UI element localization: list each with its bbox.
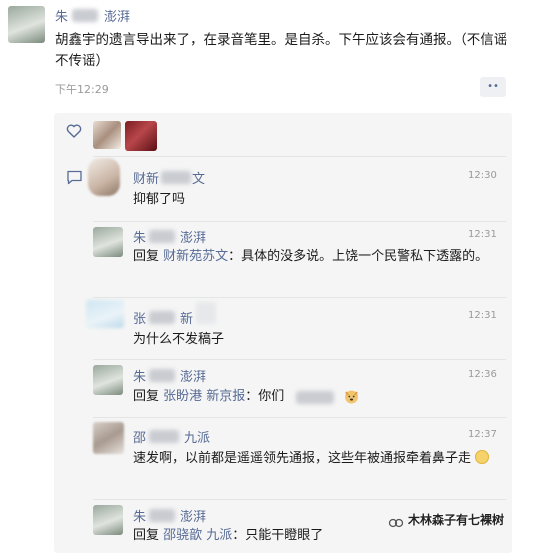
post-author-name[interactable]: 朱 bbox=[55, 6, 69, 25]
author-name-part: 朱 bbox=[55, 10, 69, 25]
post-text: 胡鑫宇的遗言导出来了，在录音笔里。是自杀。下午应该会有通报。（不信谣不传谣） bbox=[55, 32, 508, 69]
reply-body: ：具体的没多说。上饶一个民警私下透露的。 bbox=[228, 249, 489, 264]
reply-prefix: 回复 bbox=[133, 389, 160, 404]
comment-author[interactable]: 张 bbox=[133, 308, 146, 327]
redacted-name bbox=[161, 171, 191, 184]
comment-time: 12:30 bbox=[468, 170, 497, 181]
doge-emoji-icon bbox=[344, 389, 359, 404]
comment-author-suffix: 新 bbox=[180, 312, 194, 327]
post-time: 下午12:29 bbox=[55, 83, 109, 96]
reply-prefix: 回复 bbox=[133, 249, 160, 264]
comment-avatar[interactable] bbox=[88, 158, 120, 196]
comment-time: 12:37 bbox=[468, 429, 497, 440]
comment-divider bbox=[93, 297, 506, 298]
comment-author-suffix: 文 bbox=[192, 172, 206, 187]
reply-to-link[interactable]: 邵骁歆 九派 bbox=[163, 528, 232, 543]
comment-body: 速发啊，以前都是遥遥领先通报，这些年被通报牵着鼻子走 bbox=[133, 451, 472, 466]
heart-outline-icon bbox=[66, 123, 82, 139]
like-avatar[interactable] bbox=[93, 121, 121, 149]
comment-avatar[interactable] bbox=[86, 300, 124, 328]
comment-time: 12:31 bbox=[468, 310, 497, 321]
comment-avatar[interactable] bbox=[93, 505, 123, 535]
comment-author[interactable]: 邵 bbox=[133, 427, 146, 446]
comment-text: 回复 邵骁歆 九派：只能干瞪眼了 bbox=[133, 525, 503, 547]
comment-author[interactable]: 朱 bbox=[133, 506, 146, 525]
comment-author[interactable]: 朱 bbox=[133, 227, 146, 246]
like-avatar[interactable] bbox=[125, 121, 157, 151]
comment-text: 为什么不发稿子 bbox=[133, 332, 225, 347]
reply-prefix: 回复 bbox=[133, 528, 160, 543]
redacted-name bbox=[149, 430, 179, 443]
reply-body: ：只能干瞪眼了 bbox=[232, 528, 324, 543]
comment-time: 12:31 bbox=[468, 229, 497, 240]
comment-divider bbox=[93, 359, 506, 360]
reply-body: ：你们 bbox=[245, 389, 285, 404]
redacted-name bbox=[149, 509, 175, 522]
redacted-name bbox=[72, 9, 98, 22]
reply-to-link[interactable]: 财新苑苏文 bbox=[163, 249, 228, 264]
awkward-emoji-icon bbox=[475, 450, 490, 464]
comment-divider bbox=[93, 417, 506, 418]
wechat-channel-icon bbox=[388, 514, 404, 527]
comment-icon bbox=[66, 170, 83, 185]
comment-author-suffix: 九派 bbox=[184, 431, 211, 446]
comment-author-suffix: 澎湃 bbox=[180, 510, 207, 525]
likes-divider bbox=[93, 156, 506, 157]
interaction-panel bbox=[54, 113, 512, 553]
redacted-name bbox=[196, 302, 216, 324]
watermark: 木林森子有七裸树 bbox=[388, 511, 504, 528]
comment-divider bbox=[93, 499, 506, 500]
comment-text: 速发啊，以前都是遥遥领先通报，这些年被通报牵着鼻子走 bbox=[133, 448, 503, 470]
comment-author[interactable]: 朱 bbox=[133, 366, 146, 385]
redacted-name bbox=[149, 230, 175, 243]
comment-avatar[interactable] bbox=[93, 227, 123, 257]
post-author-outlet: 澎湃 bbox=[104, 10, 131, 25]
comment-time: 12:36 bbox=[468, 369, 497, 380]
more-actions-button[interactable]: •• bbox=[480, 77, 506, 97]
comment-text: 回复 财新苑苏文：具体的没多说。上饶一个民警私下透露的。 bbox=[133, 246, 503, 268]
redacted-name bbox=[149, 369, 175, 382]
more-dots-icon: •• bbox=[487, 81, 499, 92]
comment-avatar[interactable] bbox=[93, 365, 123, 395]
reply-to-link[interactable]: 张盼港 新京报 bbox=[163, 389, 245, 404]
comment-author-suffix: 澎湃 bbox=[180, 231, 207, 246]
comment-text: 抑郁了吗 bbox=[133, 192, 186, 207]
comment-divider bbox=[93, 221, 506, 222]
comment-author-suffix: 澎湃 bbox=[180, 370, 207, 385]
post-author-avatar[interactable] bbox=[8, 6, 45, 43]
redacted-name bbox=[149, 311, 175, 324]
comment-avatar[interactable] bbox=[93, 422, 124, 454]
comment-author[interactable]: 财新 bbox=[133, 168, 159, 187]
redacted-text bbox=[296, 391, 334, 404]
watermark-text: 木林森子有七裸树 bbox=[408, 513, 505, 527]
